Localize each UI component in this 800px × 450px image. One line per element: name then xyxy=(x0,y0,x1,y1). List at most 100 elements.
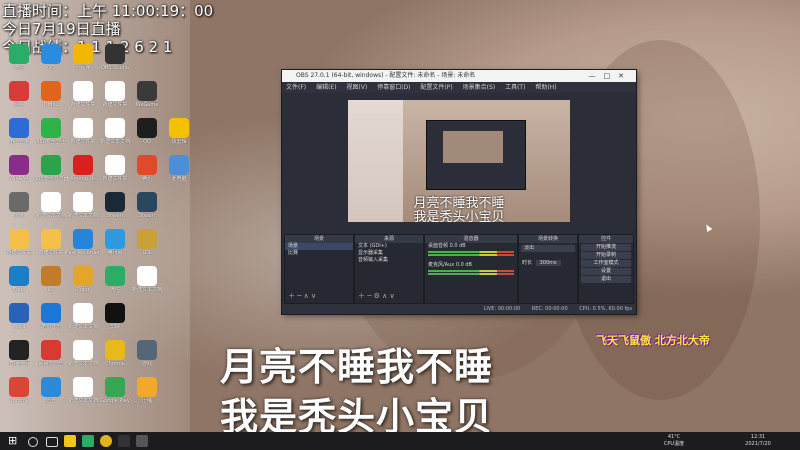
obs-preview[interactable]: 月亮不睡我不睡 我是秃头小宝贝 xyxy=(348,100,570,222)
duration-input[interactable]: 300ms xyxy=(535,260,561,266)
desktop-icon[interactable]: 360安全浏览器 xyxy=(34,155,68,193)
desktop-icon[interactable]: Steam xyxy=(98,192,132,230)
desktop-icon[interactable]: Pubg xyxy=(66,266,100,304)
desktop-icon[interactable]: 网易云音乐 xyxy=(34,340,68,378)
window-controls[interactable]: —□✕ xyxy=(589,70,633,82)
obs-window[interactable]: OBS 27.0.1 (64-bit, windows) - 配置文件: 未命名… xyxy=(282,70,636,314)
maximize-icon[interactable]: □ xyxy=(604,72,619,80)
app-icon xyxy=(73,192,93,212)
exit-button[interactable]: 退出 xyxy=(581,276,631,283)
desktop-icon[interactable]: 小米 xyxy=(2,192,36,230)
desktop-icon[interactable]: 新建文本文档 xyxy=(66,303,100,341)
desktop-icon[interactable]: Fast Recorder xyxy=(66,229,100,267)
desktop-icon[interactable]: 新建文本文档 xyxy=(66,340,100,378)
desktop-icon[interactable]: 剪映 xyxy=(98,303,132,341)
desktop-icon[interactable]: Steam xyxy=(130,192,164,230)
desktop-icon[interactable]: Chrome xyxy=(98,340,132,378)
menu-help[interactable]: 帮助(H) xyxy=(535,84,556,91)
wechat-taskbar-icon[interactable] xyxy=(82,435,94,447)
settings-button[interactable]: 设置 xyxy=(581,268,631,275)
desktop-icon[interactable]: 新建文本文档 xyxy=(66,377,100,415)
desktop-icon[interactable]: 腾讯网 xyxy=(98,229,132,267)
desktop-icon[interactable]: 迅雷 xyxy=(34,377,68,415)
desktop-icon[interactable]: 新建文件夹 xyxy=(98,81,132,119)
desktop-icon[interactable]: 腾讯 xyxy=(130,155,164,193)
file-explorer-icon[interactable] xyxy=(64,435,76,447)
windows-start-icon[interactable]: ⊞ xyxy=(8,435,20,447)
source-item[interactable]: 音频输入采集 xyxy=(355,257,423,264)
menu-tools[interactable]: 工具(T) xyxy=(505,84,525,91)
start-recording-button[interactable]: 开始录制 xyxy=(581,252,631,259)
desktop-icon[interactable]: 新建文件夹 xyxy=(2,229,36,267)
desktop-icon-label: OBS Studio xyxy=(101,65,129,71)
desktop-icon[interactable]: 新建文件夹 xyxy=(98,155,132,193)
menu-file[interactable]: 文件(F) xyxy=(286,84,306,91)
desktop-icon[interactable]: 电脑管家 xyxy=(2,118,36,156)
source-item[interactable]: 文本 (GDI+) xyxy=(355,243,423,250)
desktop-icon[interactable]: Among Us xyxy=(66,155,100,193)
desktop-icon[interactable]: 快剪辑 xyxy=(162,118,196,156)
desktop-icon[interactable]: Edge xyxy=(2,266,36,304)
source-item[interactable]: 显示器采集 xyxy=(355,250,423,257)
desktop-icon[interactable]: QQ xyxy=(34,44,68,82)
desktop-icon[interactable]: 网易 xyxy=(2,81,36,119)
menu-docks[interactable]: 停靠窗口(D) xyxy=(377,84,410,91)
app-taskbar-icon[interactable] xyxy=(136,435,148,447)
desktop-icon[interactable]: QQ xyxy=(130,118,164,156)
obs-title-bar[interactable]: OBS 27.0.1 (64-bit, windows) - 配置文件: 未命名… xyxy=(282,70,636,82)
studio-mode-button[interactable]: 工作室模式 xyxy=(581,260,631,267)
desktop-icon[interactable]: OBS Studio xyxy=(98,44,132,82)
desktop-icon[interactable]: 360安全卫士 xyxy=(34,118,68,156)
desktop-icon[interactable]: 新建文件夹 xyxy=(34,229,68,267)
clock[interactable]: 12:31 2021/7/20 xyxy=(738,434,778,448)
transition-select[interactable]: 淡出 xyxy=(521,245,575,252)
desktop-icon[interactable]: WeGame xyxy=(130,81,164,119)
menu-scene-collection[interactable]: 场景集合(S) xyxy=(463,84,496,91)
scenes-add-remove[interactable]: ＋ ─ ∧ ∨ xyxy=(288,291,316,301)
chrome-taskbar-icon[interactable] xyxy=(100,435,112,447)
desktop-icon[interactable]: Google Play xyxy=(98,377,132,415)
desktop-icon[interactable]: 游戏 xyxy=(130,340,164,378)
scene-item[interactable]: 场景 xyxy=(285,243,353,250)
desktop-icon[interactable]: 新建文本文档 xyxy=(34,192,68,230)
desktop-icon[interactable]: Chrome xyxy=(2,377,36,415)
desktop-icon[interactable]: 酷狗音乐 xyxy=(34,303,68,341)
sources-dock[interactable]: 来源 文本 (GDI+) 显示器采集 音频输入采集 ＋ ─ ⚙ ∧ ∨ xyxy=(354,234,424,304)
desktop-icon-label: 压缩 xyxy=(141,398,152,404)
scenes-dock[interactable]: 场景 场景 比赛 ＋ ─ ∧ ∨ xyxy=(284,234,354,304)
desktop-icon[interactable]: 微信 xyxy=(2,44,36,82)
desktop-icon[interactable]: Word xyxy=(2,303,36,341)
desktop-icon[interactable]: 新建文件夹 xyxy=(66,81,100,119)
desktop-icon[interactable]: WinRAR xyxy=(2,155,36,193)
desktop-icon[interactable]: Office xyxy=(34,81,68,119)
sources-add-remove[interactable]: ＋ ─ ⚙ ∧ ∨ xyxy=(358,291,395,301)
obs-taskbar-icon[interactable] xyxy=(118,435,130,447)
desktop-icon[interactable]: 新建文本文档 xyxy=(130,266,164,304)
app-icon xyxy=(137,229,157,249)
sources-dock-title: 来源 xyxy=(355,235,423,243)
menu-profile[interactable]: 配置文件(P) xyxy=(420,84,452,91)
search-icon[interactable] xyxy=(28,437,38,447)
menu-edit[interactable]: 编辑(E) xyxy=(316,84,336,91)
desktop-icon[interactable]: CS xyxy=(34,266,68,304)
desktop-icon[interactable]: 小程序 xyxy=(66,44,100,82)
task-view-icon[interactable] xyxy=(46,437,58,447)
minimize-icon[interactable]: — xyxy=(589,72,604,80)
preview-nested-obs xyxy=(426,120,526,190)
desktop-icon[interactable]: 此电脑 xyxy=(162,155,196,193)
controls-dock[interactable]: 控件 开始推流 开始录制 工作室模式 设置 退出 xyxy=(578,234,634,304)
desktop-icon[interactable]: 微信 xyxy=(98,266,132,304)
desktop-icon[interactable]: 新建文件夹 xyxy=(66,118,100,156)
desktop-icon[interactable]: LOL xyxy=(130,229,164,267)
desktop-icon[interactable]: 直播伴侣 xyxy=(2,340,36,378)
close-icon[interactable]: ✕ xyxy=(618,72,632,80)
desktop-icon[interactable]: 压缩 xyxy=(130,377,164,415)
start-streaming-button[interactable]: 开始推流 xyxy=(581,244,631,251)
transitions-dock[interactable]: 场景转换 淡出 时长 300ms xyxy=(518,234,578,304)
desktop-icon[interactable]: 新建文本文档 xyxy=(66,192,100,230)
scene-item[interactable]: 比赛 xyxy=(285,250,353,257)
desktop-icon[interactable]: 新建文本文档 xyxy=(98,118,132,156)
mixer-dock[interactable]: 混音器 桌面音频 0.0 dB 麦克风/Aux 0.0 dB xyxy=(424,234,518,304)
desktop-icons: 微信 QQ 小程序 OBS Studio 网易 Office 新建文件夹 新建文件夹 WeGam… xyxy=(2,44,190,414)
menu-view[interactable]: 视图(V) xyxy=(346,84,367,91)
